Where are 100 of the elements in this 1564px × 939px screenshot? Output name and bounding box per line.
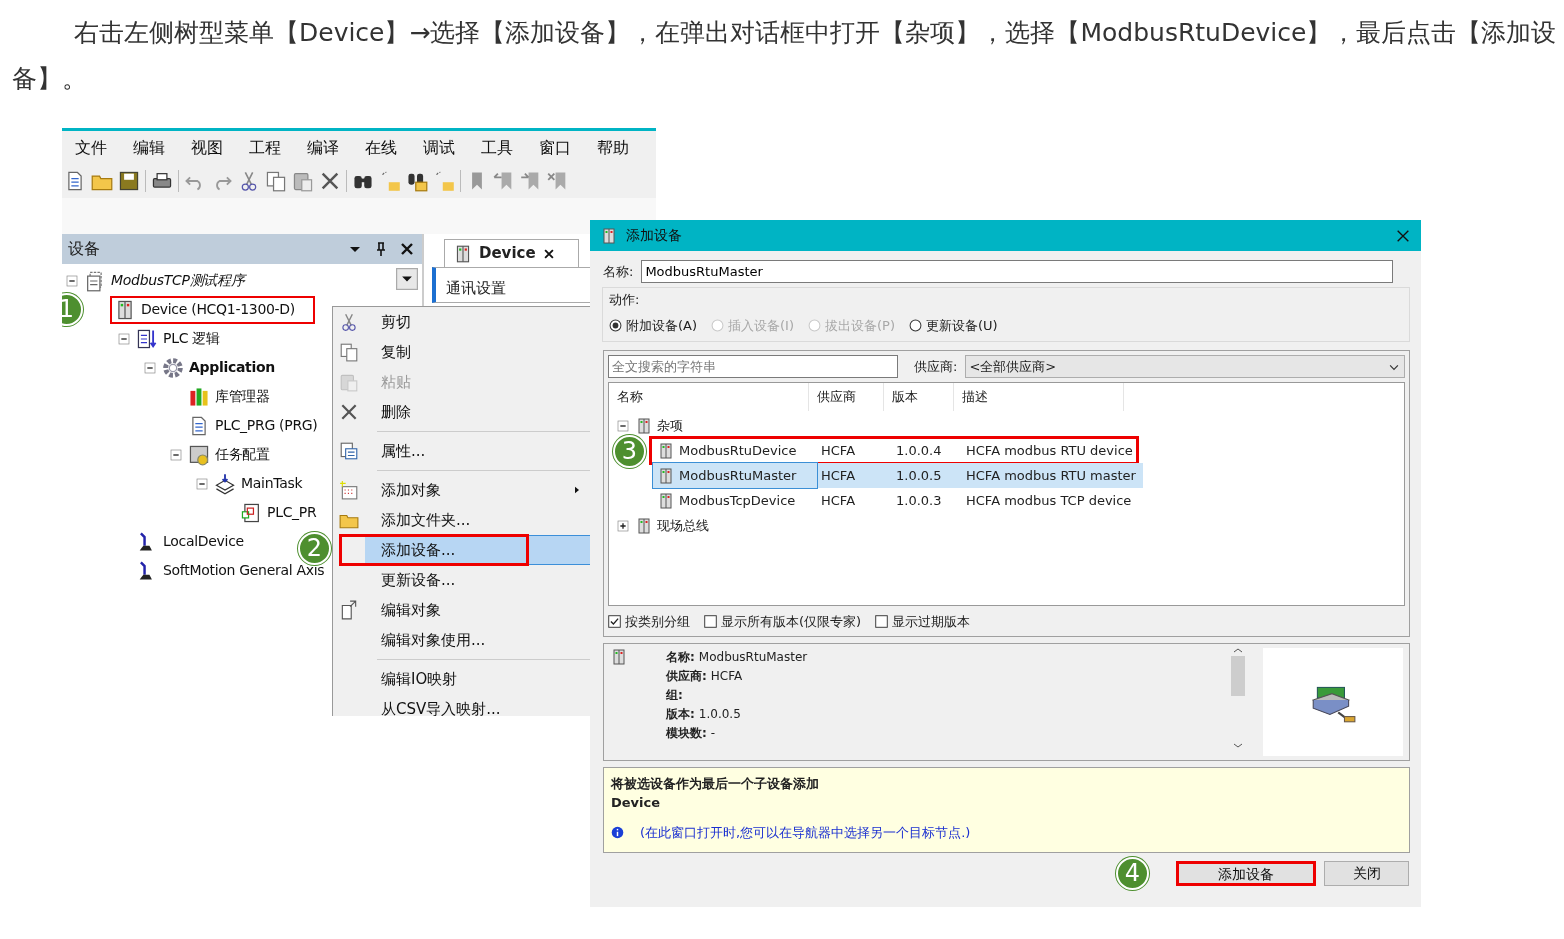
- tree-item[interactable]: Device (HCQ1-1300-D): [141, 299, 295, 320]
- table-cell-text: 1.0.0.4: [896, 441, 942, 460]
- group-label: 动作:: [609, 291, 641, 309]
- search-field[interactable]: 全文搜索的字符串: [608, 355, 898, 378]
- checkbox[interactable]: [704, 615, 717, 629]
- program-call-icon: [240, 501, 262, 524]
- menu-item[interactable]: 工程: [236, 131, 294, 164]
- tree-item[interactable]: LocalDevice: [163, 531, 244, 552]
- radio-button[interactable]: [609, 318, 622, 332]
- tree-item[interactable]: 任务配置: [215, 444, 270, 465]
- copy-icon[interactable]: [265, 170, 287, 192]
- expand-toggle[interactable]: [196, 477, 208, 490]
- task-config-icon: [188, 443, 210, 466]
- table-cell-text: HCFA modbus TCP device: [966, 491, 1132, 510]
- tree-item[interactable]: PLC_PR: [267, 502, 317, 523]
- gear-icon: [162, 356, 184, 379]
- column-header[interactable]: 名称: [609, 383, 809, 411]
- table-cell-text: HCFA: [821, 441, 856, 460]
- table-cell-text: HCFA modbus RTU master: [966, 466, 1136, 485]
- checkbox-label: 按类别分组: [625, 613, 690, 631]
- menu-item[interactable]: 更新设备...: [365, 565, 591, 595]
- delete-icon[interactable]: [319, 170, 341, 192]
- device-icon: [610, 647, 628, 666]
- plc-logic-icon: [136, 327, 158, 350]
- info-value: 1.0.0.5: [698, 705, 741, 723]
- dropdown-button[interactable]: [396, 268, 418, 290]
- info-label: 模块数:: [666, 724, 707, 742]
- column-header[interactable]: 描述: [954, 383, 1124, 411]
- tree-item[interactable]: 库管理器: [215, 386, 270, 407]
- menu-item[interactable]: 剪切: [365, 307, 591, 337]
- menu-item[interactable]: 复制: [365, 337, 591, 367]
- device-name[interactable]: ModbusRtuMaster: [679, 465, 797, 486]
- tree-item[interactable]: MainTask: [241, 473, 303, 494]
- menu-item[interactable]: 编辑对象使用...: [365, 625, 591, 655]
- paste-icon[interactable]: [292, 170, 314, 192]
- add-device-button[interactable]: 添加设备: [1176, 860, 1316, 886]
- save-icon[interactable]: [118, 170, 140, 192]
- expand-toggle[interactable]: [144, 361, 156, 374]
- menu-item[interactable]: 删除: [365, 397, 591, 427]
- window-title: 添加设备: [626, 226, 683, 245]
- tree-item[interactable]: PLC 逻辑: [163, 328, 220, 349]
- checkbox[interactable]: [608, 615, 621, 629]
- menu-item[interactable]: 添加对象: [365, 475, 571, 505]
- checkbox-label: 显示所有版本(仅限专家): [721, 613, 862, 631]
- column-header[interactable]: 版本: [884, 383, 954, 411]
- tree-group[interactable]: 现场总线: [657, 515, 709, 536]
- message-title: 将被选设备作为最后一个子设备添加: [611, 774, 820, 793]
- device-name[interactable]: ModbusRtuDevice: [679, 440, 797, 461]
- device-icon: [657, 491, 675, 510]
- expand-toggle[interactable]: [170, 448, 182, 461]
- menu-item[interactable]: 属性...: [365, 436, 591, 466]
- menu-item[interactable]: 视图: [178, 131, 236, 164]
- expand-toggle[interactable]: [118, 332, 130, 345]
- panel-title: 设备: [68, 238, 101, 260]
- copy-icon: [339, 342, 359, 362]
- menu-item[interactable]: 编辑: [120, 131, 178, 164]
- menu-item[interactable]: 添加文件夹...: [365, 505, 591, 535]
- table-cell-text: HCFA: [821, 491, 856, 510]
- info-label: 组:: [666, 686, 683, 704]
- expand-toggle[interactable]: [617, 519, 629, 532]
- target-label: Device: [611, 794, 662, 812]
- info-label: 供应商:: [666, 667, 707, 685]
- menu-item[interactable]: 调试: [410, 131, 468, 164]
- checkbox-label: 显示过期版本: [892, 613, 971, 631]
- info-icon: [611, 825, 624, 839]
- menu-item[interactable]: 编译: [294, 131, 352, 164]
- table-cell-text: 1.0.0.3: [896, 491, 942, 510]
- menu-item[interactable]: 添加设备...: [365, 535, 591, 565]
- menu-item[interactable]: 在线: [352, 131, 410, 164]
- name-field[interactable]: ModbusRtuMaster: [641, 260, 1393, 283]
- editor-tab[interactable]: Device: [444, 239, 579, 267]
- expand-toggle[interactable]: [66, 274, 78, 287]
- step-badge: 1: [62, 293, 83, 326]
- scrollbar[interactable]: [1229, 647, 1247, 750]
- checkbox[interactable]: [875, 615, 889, 629]
- radio-button[interactable]: [909, 318, 922, 332]
- menu-item[interactable]: 从CSV导入映射...: [365, 694, 591, 716]
- properties-icon: [339, 441, 359, 461]
- tree-item[interactable]: Application: [189, 357, 275, 378]
- menu-item[interactable]: 编辑对象: [365, 595, 591, 625]
- books-icon: [188, 385, 210, 408]
- table-cell-text: HCFA modbus RTU device: [966, 441, 1133, 460]
- menu-item[interactable]: 窗口: [526, 131, 584, 164]
- menu-item[interactable]: 工具: [468, 131, 526, 164]
- vendor-dropdown[interactable]: <全部供应商>: [965, 355, 1405, 378]
- task-stack-icon: [214, 472, 236, 495]
- menu-item[interactable]: 编辑IO映射: [365, 664, 591, 694]
- tree-item[interactable]: ModbusTCP测试程序: [111, 270, 245, 291]
- close-button[interactable]: 关闭: [1324, 860, 1409, 886]
- delete-icon: [339, 402, 359, 422]
- info-value: -: [710, 724, 716, 742]
- column-header[interactable]: 供应商: [809, 383, 884, 411]
- tree-group[interactable]: 杂项: [657, 415, 683, 436]
- menu-item[interactable]: 帮助: [584, 131, 642, 164]
- menu-item[interactable]: 文件: [62, 131, 120, 164]
- info-note: (在此窗口打开时,您可以在导航器中选择另一个目标节点.): [640, 823, 971, 842]
- scissors-icon: [339, 312, 359, 332]
- tree-item[interactable]: PLC_PRG (PRG): [215, 415, 318, 436]
- expand-toggle[interactable]: [617, 419, 629, 432]
- device-name[interactable]: ModbusTcpDevice: [679, 490, 796, 511]
